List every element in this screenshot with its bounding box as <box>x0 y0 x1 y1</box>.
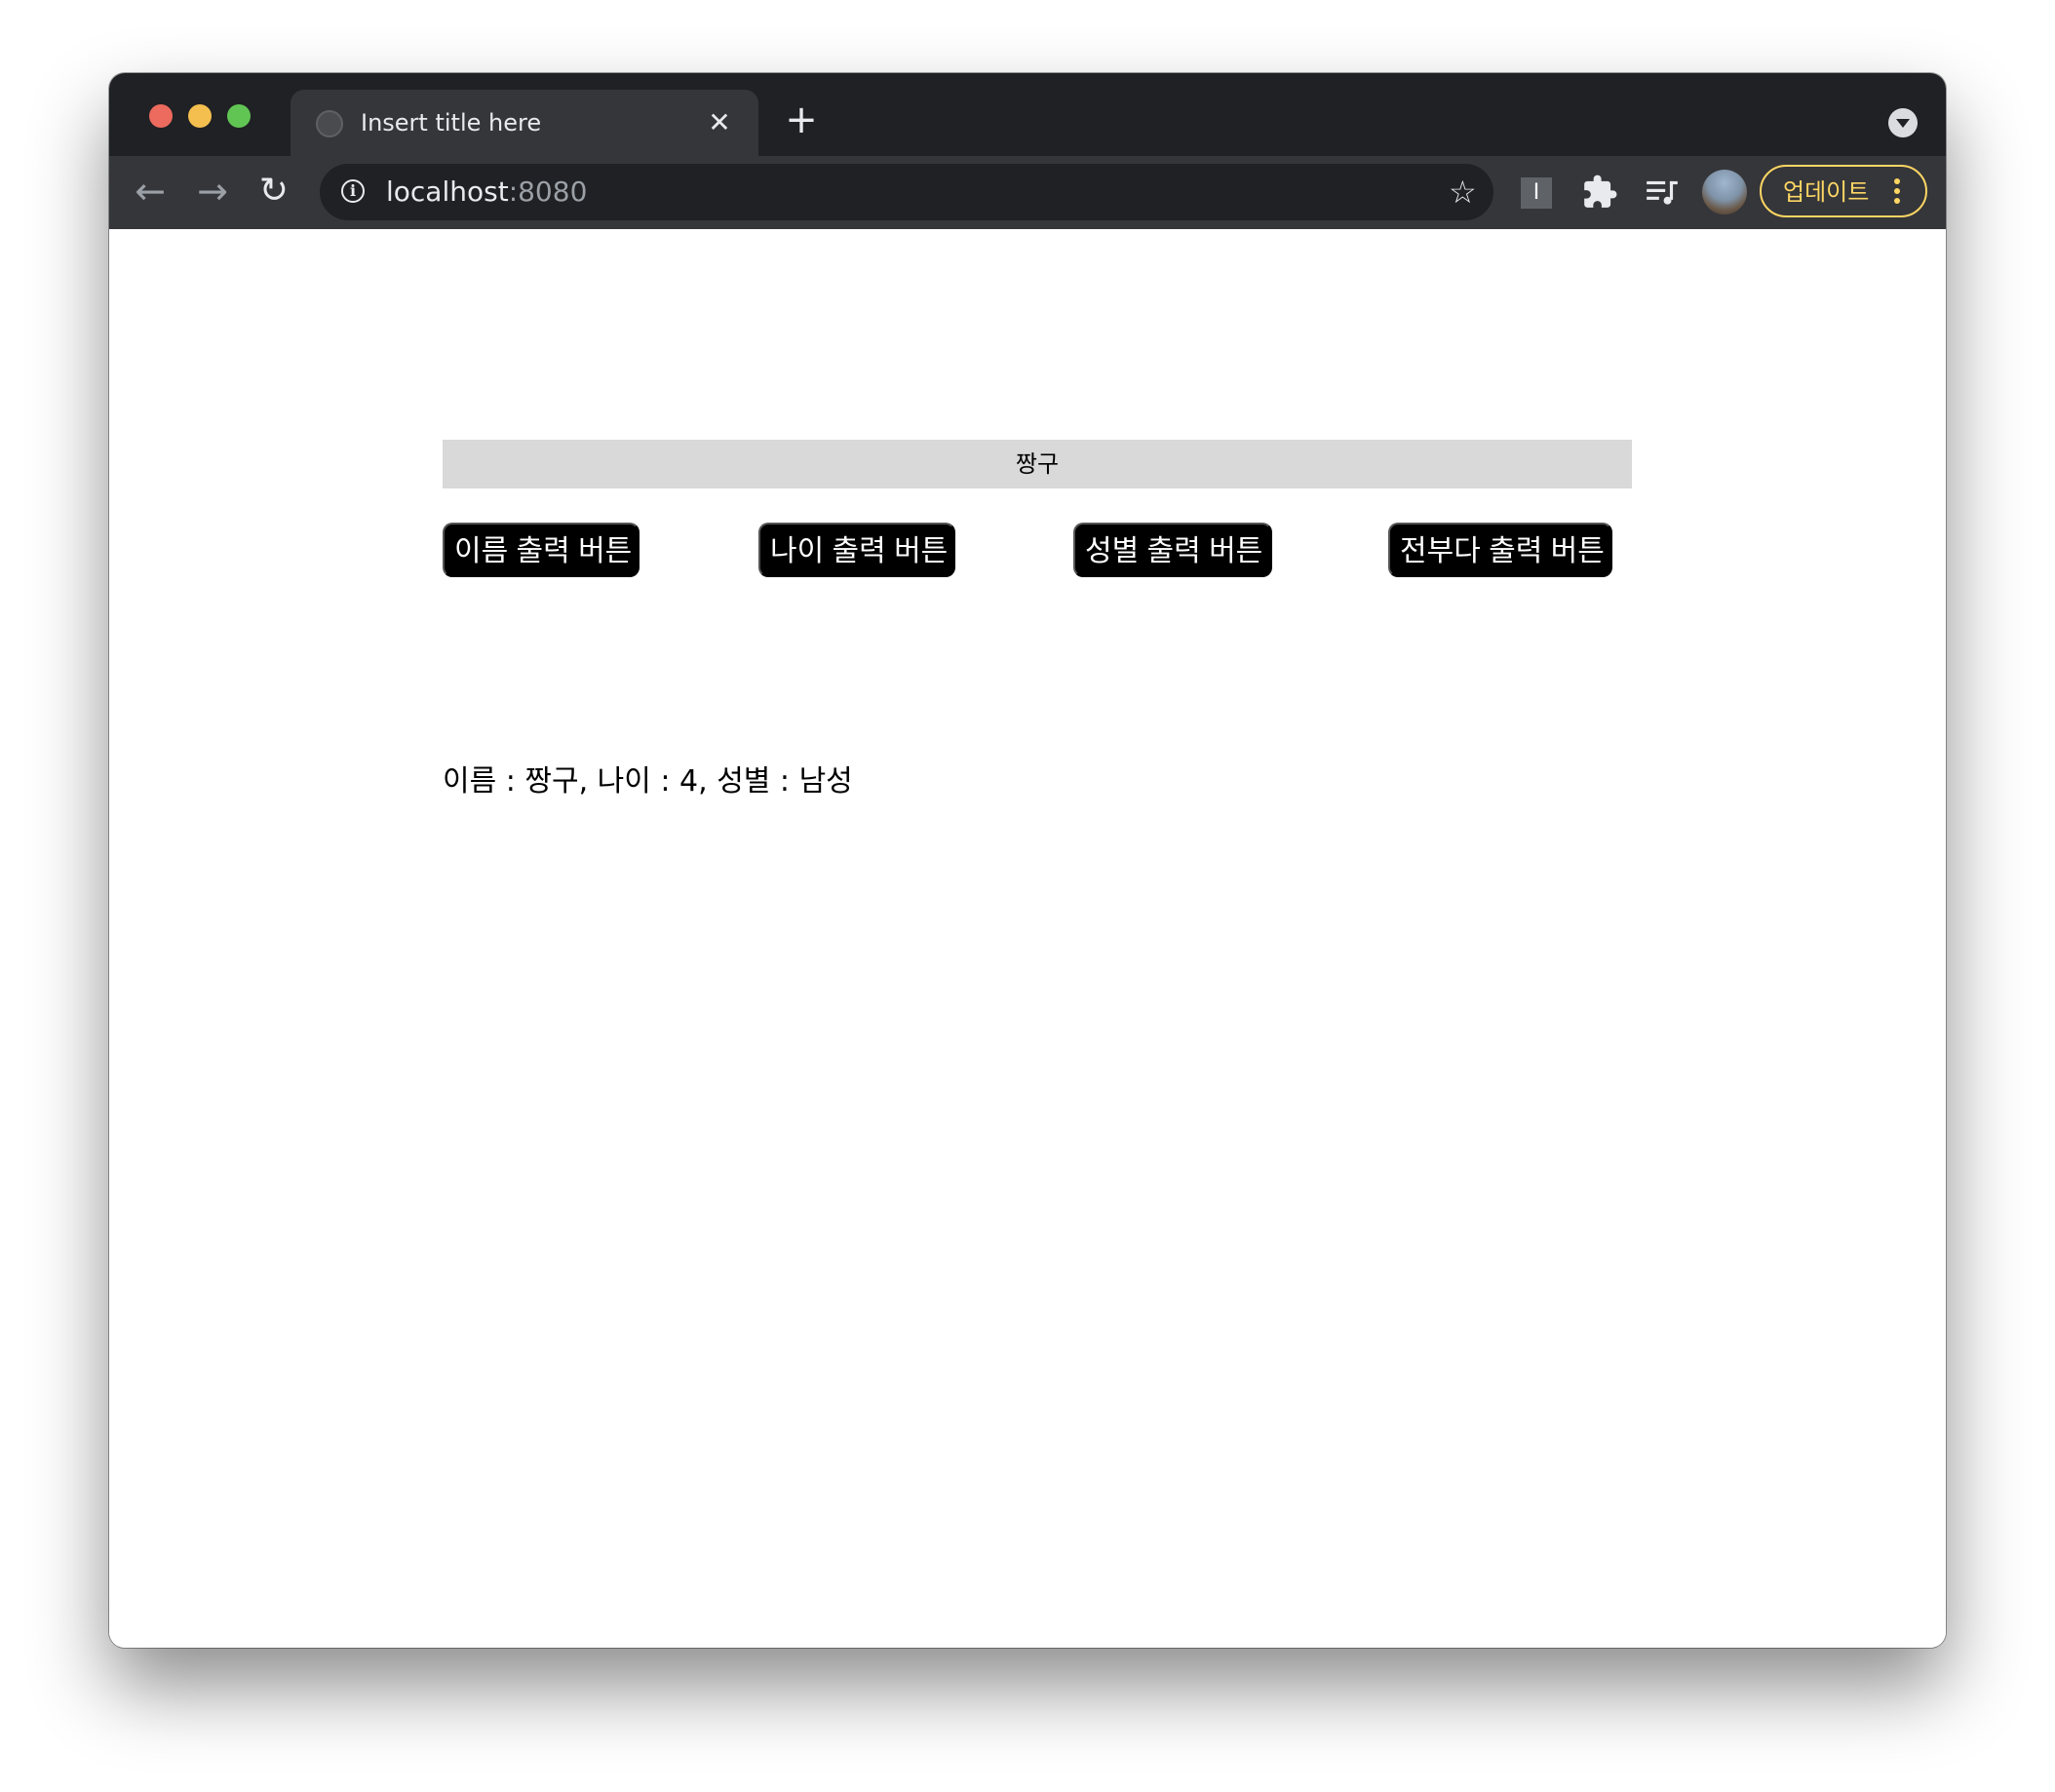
star-icon[interactable]: ☆ <box>1449 174 1477 211</box>
more-vert-icon <box>1894 178 1900 206</box>
page-heading: 짱구 <box>443 440 1632 488</box>
window-minimize-button[interactable] <box>188 104 212 128</box>
browser-toolbar: ← → ↻ i localhost:8080 ☆ I 업데이트 <box>109 156 1946 229</box>
info-icon[interactable]: i <box>341 179 365 203</box>
puzzle-icon-glyph <box>1584 175 1617 208</box>
tab-title: Insert title here <box>361 109 542 136</box>
forward-button[interactable]: → <box>191 170 234 213</box>
browser-window: Insert title here ✕ + ← → ↻ i localhost:… <box>109 73 1946 1648</box>
url-host: localhost <box>386 175 509 208</box>
print-all-button[interactable]: 전부다 출력 버튼 <box>1388 523 1612 577</box>
address-bar[interactable]: i localhost:8080 ☆ <box>320 164 1493 220</box>
window-close-button[interactable] <box>149 104 173 128</box>
profile-avatar[interactable] <box>1702 170 1747 214</box>
puzzle-icon[interactable] <box>1581 174 1618 211</box>
reload-button[interactable]: ↻ <box>252 170 295 213</box>
url-text[interactable]: localhost:8080 <box>386 175 587 209</box>
tab-strip: Insert title here ✕ + <box>109 73 1946 156</box>
tab-search-icon[interactable] <box>1888 108 1918 137</box>
print-name-button[interactable]: 이름 출력 버튼 <box>443 523 640 577</box>
print-age-button[interactable]: 나이 출력 버튼 <box>758 523 955 577</box>
media-queue-glyph <box>1647 180 1678 205</box>
window-zoom-button[interactable] <box>227 104 251 128</box>
close-icon[interactable]: ✕ <box>704 107 735 138</box>
page-content: 짱구 이름 출력 버튼 나이 출력 버튼 성별 출력 버튼 전부다 출력 버튼 … <box>109 229 1946 1648</box>
result-output: 이름 : 짱구, 나이 : 4, 성별 : 남성 <box>443 764 853 799</box>
update-button-label: 업데이트 <box>1783 178 1870 206</box>
update-button[interactable]: 업데이트 <box>1760 165 1927 217</box>
tab-active[interactable]: Insert title here ✕ <box>291 90 758 156</box>
print-gender-button[interactable]: 성별 출력 버튼 <box>1073 523 1272 577</box>
media-queue-icon[interactable] <box>1644 174 1681 211</box>
extension-i-icon[interactable]: I <box>1521 177 1552 209</box>
site-favicon-icon <box>316 110 343 137</box>
url-port: :8080 <box>508 175 588 208</box>
back-button[interactable]: ← <box>129 170 172 213</box>
new-tab-button[interactable]: + <box>782 100 821 141</box>
